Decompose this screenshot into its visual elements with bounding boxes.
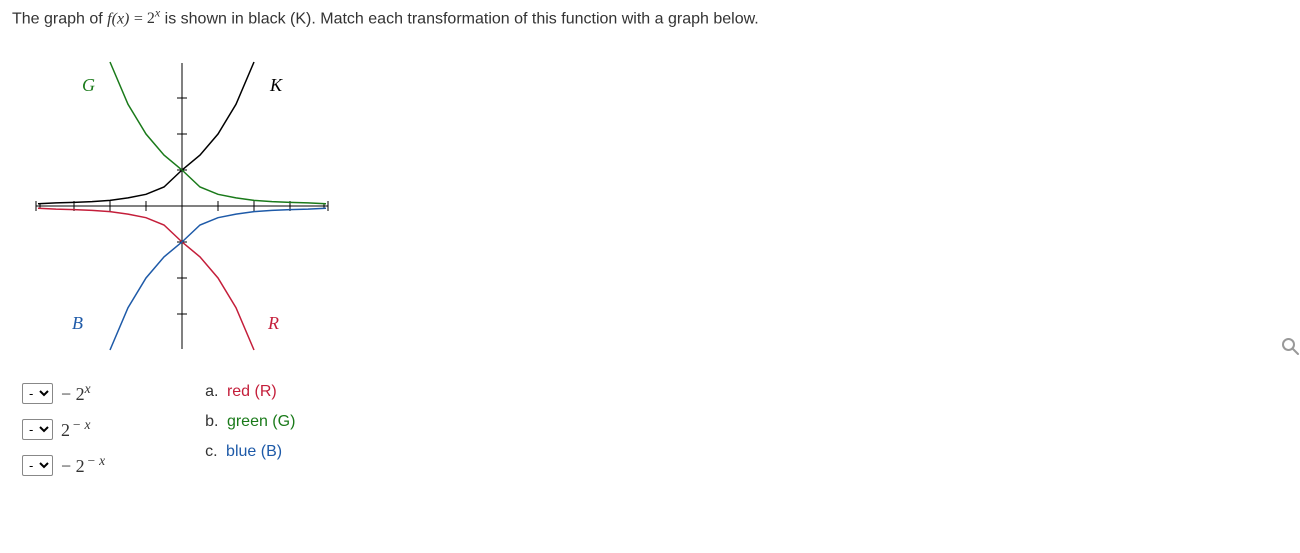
fn-lhs: f(x) xyxy=(107,10,129,27)
choice-b: b. green (G) xyxy=(205,413,295,431)
question-row-3: - − 2− x xyxy=(22,453,105,477)
prompt-part2: is shown in black (K). Match each transf… xyxy=(165,10,759,27)
question-prompt: The graph of f(x) = 2x is shown in black… xyxy=(12,4,1012,31)
answers-block: - − 2x - 2− x - − 2− x a. red ( xyxy=(22,381,1288,477)
magnify-icon[interactable] xyxy=(1280,336,1300,361)
label-K: K xyxy=(269,75,283,95)
label-R: R xyxy=(267,313,279,333)
expr-3: − 2− x xyxy=(61,453,105,477)
choice-c: c. blue (B) xyxy=(205,443,295,461)
prompt-part1: The graph of xyxy=(12,10,107,27)
expr-1: − 2x xyxy=(61,381,91,405)
fn-rhs: 2x xyxy=(147,10,160,27)
choice-marker: b. xyxy=(205,413,218,430)
question-row-2: - 2− x xyxy=(22,417,105,441)
select-2[interactable]: - xyxy=(22,419,53,440)
expr-2: 2− x xyxy=(61,417,90,441)
graph-container: G K B R xyxy=(22,51,1288,361)
choice-marker: c. xyxy=(205,443,217,460)
choice-text: blue (B) xyxy=(226,443,282,460)
label-B: B xyxy=(72,313,83,333)
eq-sign: = xyxy=(134,10,147,27)
plot-svg: G K B R xyxy=(22,51,342,361)
choice-text: red (R) xyxy=(227,383,277,400)
select-3[interactable]: - xyxy=(22,455,53,476)
select-1[interactable]: - xyxy=(22,383,53,404)
question-row-1: - − 2x xyxy=(22,381,105,405)
choice-a: a. red (R) xyxy=(205,383,295,401)
choice-text: green (G) xyxy=(227,413,295,430)
axes xyxy=(36,63,328,349)
choices-column: a. red (R) b. green (G) c. blue (B) xyxy=(205,381,295,461)
expression-column: - − 2x - 2− x - − 2− x xyxy=(22,381,105,477)
label-G: G xyxy=(82,75,95,95)
choice-marker: a. xyxy=(205,383,218,400)
